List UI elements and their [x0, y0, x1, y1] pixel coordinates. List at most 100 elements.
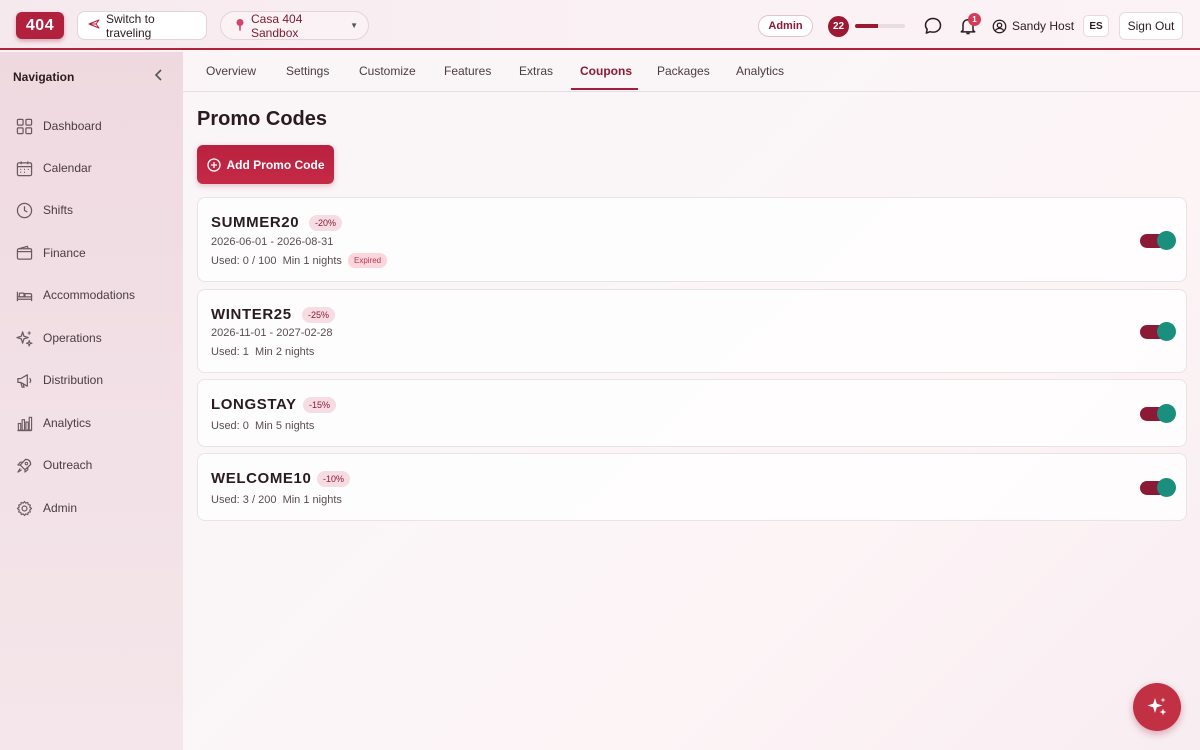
sidebar-item-operations[interactable]: Operations [16, 328, 102, 348]
sidebar-item-outreach[interactable]: Outreach [16, 455, 92, 475]
sidebar-item-calendar[interactable]: Calendar [16, 158, 92, 178]
sign-out-button[interactable]: Sign Out [1119, 12, 1183, 40]
coupon-usage: Used: 0 / 100 Min 1 nights [211, 255, 342, 267]
chat-icon[interactable] [923, 16, 943, 36]
sidebar-item-label: Finance [43, 246, 86, 260]
level-progress-fill [855, 24, 878, 28]
megaphone-icon [17, 373, 32, 388]
sidebar-item-dashboard[interactable]: Dashboard [16, 116, 102, 136]
sidebar-item-analytics[interactable]: Analytics [16, 413, 91, 433]
tab-coupons[interactable]: Coupons [580, 64, 632, 78]
level-progress-bar [855, 24, 905, 28]
sidebar-item-label: Calendar [43, 161, 92, 175]
tab-bar: Overview Settings Customize Features Ext… [183, 52, 1200, 92]
app-logo[interactable]: 404 [16, 12, 64, 39]
sidebar-item-label: Analytics [43, 416, 92, 430]
user-name: Sandy Host [1012, 19, 1075, 33]
coupon-dates: 2026-06-01 - 2026-08-31 [211, 236, 334, 248]
coupon-card: WINTER25 -25% 2026-11-01 - 2027-02-28 Us… [197, 289, 1187, 373]
toggle-knob [1157, 231, 1176, 250]
toggle-knob [1157, 322, 1176, 341]
clock-icon [16, 202, 33, 218]
expired-badge: Expired [348, 253, 388, 268]
coupon-code: LONGSTAY [211, 396, 297, 413]
toggle-knob [1157, 478, 1176, 497]
active-tab-indicator [571, 88, 638, 90]
sidebar-item-admin[interactable]: Admin [16, 498, 77, 518]
add-promo-code-label: Add Promo Code [226, 157, 325, 172]
switch-label: Switch to traveling [106, 11, 155, 40]
coupon-code: WELCOME10 [211, 470, 312, 487]
add-promo-code-button[interactable]: Add Promo Code [197, 145, 334, 184]
min-nights: Min 1 nights [282, 494, 342, 506]
language-switch[interactable]: ES [1083, 15, 1109, 37]
sidebar-item-label: Admin [43, 501, 78, 515]
discount-badge: -20% [309, 215, 343, 231]
wallet-icon [16, 245, 33, 260]
tab-extras[interactable]: Extras [519, 64, 553, 78]
collapse-sidebar-button[interactable] [152, 68, 166, 82]
tab-features[interactable]: Features [444, 64, 491, 78]
sidebar-item-label: Operations [43, 331, 102, 345]
user-icon [992, 19, 1007, 33]
toggle-knob [1157, 404, 1176, 423]
min-nights: Min 5 nights [255, 420, 315, 432]
role-badge: Admin [758, 15, 813, 37]
pin-icon [235, 18, 245, 34]
coupon-enabled-toggle[interactable] [1140, 404, 1176, 423]
dashboard-icon [16, 118, 33, 134]
tab-customize[interactable]: Customize [359, 64, 416, 78]
min-nights: Min 2 nights [255, 346, 315, 358]
coupon-code: SUMMER20 [211, 214, 300, 231]
discount-badge: -10% [317, 471, 351, 487]
notification-count-badge: 1 [968, 13, 981, 26]
coupon-usage: Used: 3 / 200 Min 1 nights [211, 494, 342, 506]
level-indicator[interactable]: 22 [828, 15, 910, 37]
coupon-card: WELCOME10 -10% Used: 3 / 200 Min 1 night… [197, 453, 1187, 521]
usage-count: Used: 1 [211, 346, 249, 358]
tab-analytics[interactable]: Analytics [736, 64, 784, 78]
top-bar: 404 Switch to traveling Casa 404 Sandbox… [0, 0, 1200, 50]
tab-packages[interactable]: Packages [657, 64, 710, 78]
tab-settings[interactable]: Settings [286, 64, 329, 78]
coupon-enabled-toggle[interactable] [1140, 231, 1176, 250]
usage-count: Used: 0 [211, 420, 249, 432]
sidebar-item-finance[interactable]: Finance [16, 243, 86, 263]
ai-assistant-button[interactable] [1133, 683, 1181, 731]
coupon-enabled-toggle[interactable] [1140, 322, 1176, 341]
sparkles-icon [16, 330, 33, 347]
min-nights: Min 1 nights [282, 255, 342, 267]
usage-count: Used: 3 / 200 [211, 494, 277, 506]
calendar-icon [16, 160, 33, 176]
sidebar-item-distribution[interactable]: Distribution [16, 370, 103, 390]
plane-icon [88, 18, 100, 33]
level-number: 22 [828, 15, 849, 37]
sidebar-item-label: Shifts [43, 203, 74, 217]
discount-badge: -25% [302, 307, 336, 323]
usage-count: Used: 0 / 100 [211, 255, 277, 267]
sidebar-item-label: Outreach [43, 458, 93, 472]
coupon-card: SUMMER20 -20% 2026-06-01 - 2026-08-31 Us… [197, 197, 1187, 282]
discount-badge: -15% [303, 397, 337, 413]
rocket-icon [17, 458, 32, 473]
sparkles-icon [1147, 697, 1167, 716]
chevron-down-icon: ▼ [350, 21, 358, 30]
sidebar-item-accommodations[interactable]: Accommodations [16, 285, 135, 305]
sidebar-item-label: Distribution [43, 373, 104, 387]
switch-to-traveling-button[interactable]: Switch to traveling [77, 11, 207, 40]
property-selector[interactable]: Casa 404 Sandbox ▼ [220, 11, 369, 40]
coupon-usage: Used: 1 Min 2 nights [211, 346, 314, 358]
coupon-dates: 2026-11-01 - 2027-02-28 [211, 327, 333, 339]
coupon-code: WINTER25 [211, 306, 292, 323]
coupon-usage: Used: 0 Min 5 nights [211, 420, 314, 432]
tab-overview[interactable]: Overview [206, 64, 256, 78]
sidebar-item-label: Accommodations [43, 288, 136, 302]
bed-icon [16, 291, 33, 301]
gear-icon [16, 500, 33, 516]
sidebar-item-shifts[interactable]: Shifts [16, 200, 73, 220]
chevron-left-icon [154, 69, 162, 81]
user-menu[interactable]: Sandy Host [992, 17, 1074, 35]
coupon-enabled-toggle[interactable] [1140, 478, 1176, 497]
property-label: Casa 404 Sandbox [251, 11, 303, 40]
bar-chart-icon [17, 416, 33, 431]
